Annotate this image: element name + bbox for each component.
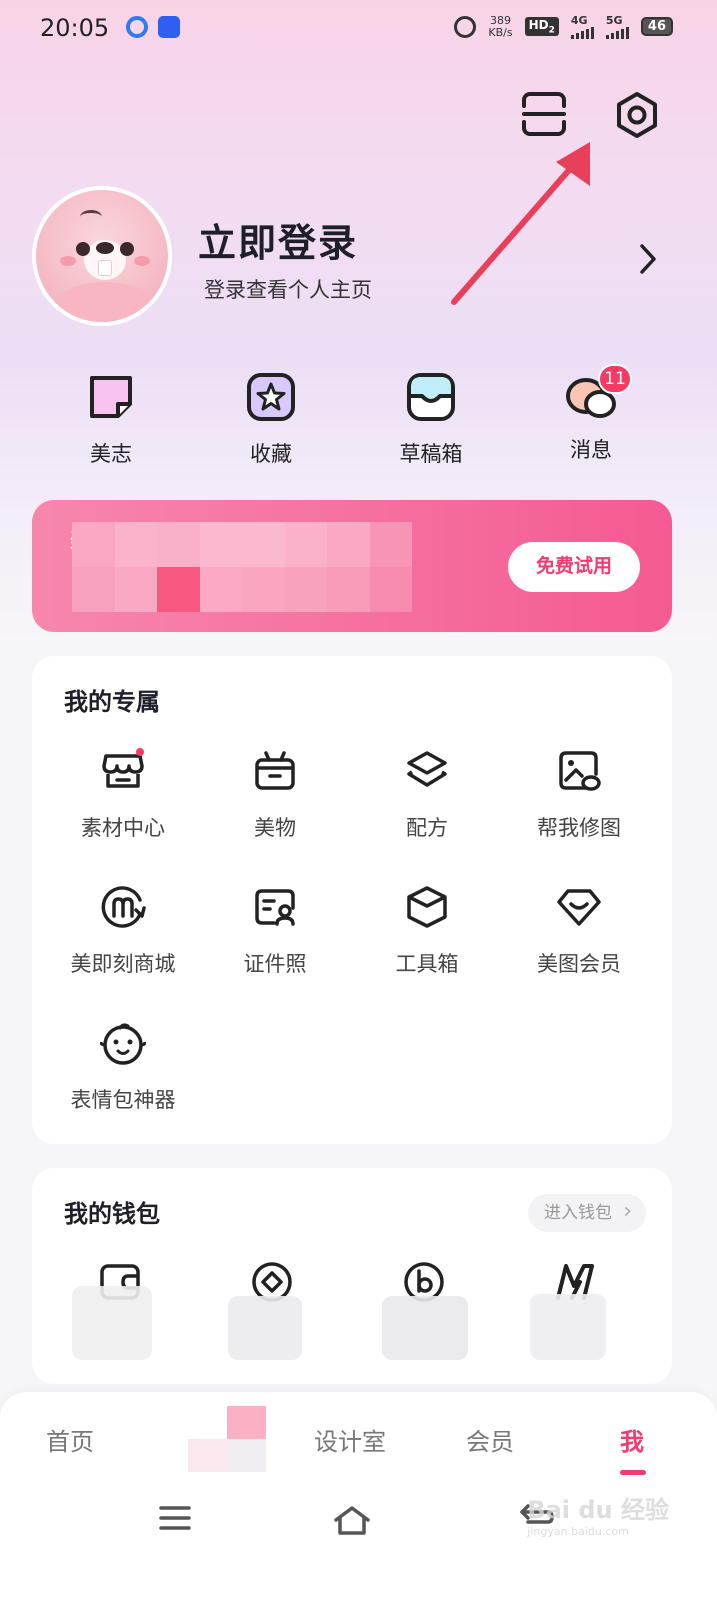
grid-item-label: 美物 — [254, 816, 296, 840]
signal-4g: 4G — [570, 14, 594, 39]
exclusive-card: 我的专属 素材中心 美物 配方 帮我修图 美即刻商城 证件照 工具箱 美图会员 … — [32, 656, 672, 1144]
quick-action-drafts[interactable]: 草稿箱 — [376, 370, 486, 468]
blurred-balance — [530, 1294, 606, 1360]
quick-action-label: 美志 — [90, 442, 132, 466]
annotation-arrow — [451, 142, 590, 305]
grid-item-label: 表情包神器 — [70, 1088, 176, 1112]
nav-membership[interactable]: 会员 — [466, 1422, 514, 1457]
baidu-watermark: Bai du 经验 jingyan.baidu.com — [527, 1496, 669, 1538]
quick-action-label: 收藏 — [250, 442, 292, 466]
wallet-title: 我的钱包 — [64, 1200, 160, 1228]
chevron-right-icon[interactable] — [636, 242, 660, 276]
grid-item-toolbox[interactable]: 工具箱 — [352, 884, 502, 978]
note-icon — [90, 376, 132, 418]
net-speed: 389 KB/s — [488, 13, 513, 39]
message-count-badge: 11 — [598, 364, 632, 394]
home-icon[interactable] — [332, 1504, 372, 1536]
wallet-card: 我的钱包 进入钱包 — [32, 1168, 672, 1384]
signal-bars-icon — [605, 27, 629, 39]
diamond-icon — [557, 889, 601, 926]
id-card-icon — [255, 889, 295, 926]
grid-item-label: 证件照 — [243, 952, 307, 976]
free-trial-button[interactable]: 免费试用 — [508, 542, 640, 592]
store-icon — [102, 748, 144, 788]
login-title[interactable]: 立即登录 — [198, 212, 358, 267]
baby-face-icon — [99, 1023, 147, 1065]
baidu-paw-icon — [158, 16, 180, 38]
nav-active-indicator — [620, 1470, 646, 1475]
alarm-icon — [454, 15, 477, 38]
grid-item-label: 工具箱 — [395, 952, 459, 976]
exclusive-title: 我的专属 — [64, 688, 160, 716]
grid-item-recipes[interactable]: 配方 — [352, 748, 502, 842]
quick-action-label: 草稿箱 — [399, 442, 463, 466]
gear-icon[interactable] — [612, 90, 662, 140]
hd-badge: HD2 — [524, 16, 559, 37]
grid-item-label: 素材中心 — [81, 816, 165, 840]
quick-action-label: 消息 — [570, 438, 612, 462]
app-notification-icon — [126, 16, 148, 38]
pixelated-text — [72, 522, 412, 612]
grid-item-label: 美图会员 — [537, 952, 621, 976]
blurred-balance — [382, 1296, 468, 1360]
blurred-balance — [228, 1296, 302, 1360]
toolbox-icon — [407, 886, 447, 928]
star-icon — [247, 373, 295, 421]
drafts-icon — [407, 373, 455, 421]
nav-home[interactable]: 首页 — [46, 1422, 94, 1457]
nav-design-studio[interactable]: 设计室 — [314, 1422, 386, 1457]
grid-item-id-photo[interactable]: 证件照 — [200, 884, 350, 978]
signal-5g: 5G — [605, 14, 629, 39]
photo-edit-icon — [559, 751, 601, 791]
grid-item-material-center[interactable]: 素材中心 — [48, 748, 198, 842]
menu-icon[interactable] — [158, 1504, 192, 1532]
grid-item-meijike-mall[interactable]: 美即刻商城 — [48, 884, 198, 978]
status-right: 389 KB/s HD2 4G 5G 46 — [454, 14, 673, 39]
blurred-balance — [72, 1286, 152, 1360]
gift-box-icon — [255, 751, 295, 790]
grid-item-meiwu[interactable]: 美物 — [200, 748, 350, 842]
status-app-icons — [126, 16, 180, 38]
vip-banner[interactable]: 美 免费试用 — [32, 500, 672, 632]
quick-action-meizhi[interactable]: 美志 — [56, 370, 166, 468]
grid-item-meitu-vip[interactable]: 美图会员 — [504, 884, 654, 978]
signal-bars-icon — [570, 27, 594, 39]
battery-indicator: 46 — [640, 17, 673, 36]
grid-item-label: 美即刻商城 — [70, 952, 176, 976]
grid-item-label: 配方 — [406, 816, 448, 840]
enter-wallet-link[interactable]: 进入钱包 — [528, 1193, 646, 1232]
avatar[interactable] — [32, 186, 172, 326]
nav-center-blurred[interactable] — [188, 1406, 266, 1472]
mall-m-icon — [101, 886, 146, 928]
layers-icon — [407, 751, 447, 787]
grid-item-help-retouch[interactable]: 帮我修图 — [504, 748, 654, 842]
nav-me[interactable]: 我 — [620, 1422, 644, 1457]
grid-item-label: 帮我修图 — [537, 816, 621, 840]
quick-action-favorites[interactable]: 收藏 — [216, 370, 326, 468]
login-subtitle: 登录查看个人主页 — [204, 278, 372, 302]
grid-item-sticker-maker[interactable]: 表情包神器 — [48, 1020, 198, 1114]
quick-action-messages[interactable]: 11 消息 — [536, 364, 646, 464]
status-time: 20:05 — [40, 14, 110, 42]
